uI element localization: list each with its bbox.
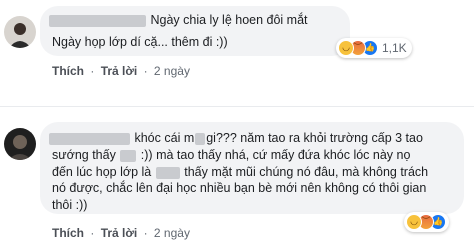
haha-icon: ◡	[406, 214, 422, 230]
redacted-name	[49, 14, 146, 27]
like-link[interactable]: Thích	[52, 64, 84, 78]
comment-actions: Thích · Trả lời · 2 ngày	[52, 226, 190, 240]
comment-line: sướng thấy :)) mà tao thấy nhá, cứ mấy đ…	[52, 147, 410, 163]
redacted-word	[155, 166, 180, 179]
like-link[interactable]: Thích	[52, 226, 84, 240]
comment-text: thấy mặt mũi chúng nó đâu, mà không trác…	[184, 165, 429, 179]
haha-icon: ◡	[338, 40, 354, 56]
comment-line: nó được, chắc lên đại học nhiều bạn bè m…	[52, 180, 426, 196]
reply-link[interactable]: Trả lời	[101, 226, 138, 240]
comment-line: khóc cái m gi??? năm tao ra khỏi trường c…	[48, 130, 423, 146]
redacted-word	[195, 132, 206, 145]
comment-text: Ngày họp lớp dí cặ... thêm đi :))	[52, 35, 228, 49]
comment-text: khóc cái m	[134, 131, 195, 145]
timestamp[interactable]: 2 ngày	[154, 226, 190, 240]
comment-line: thôi :))	[52, 197, 87, 213]
separator: ·	[143, 64, 148, 78]
divider	[0, 106, 474, 107]
comment-line: Ngày chia ly lệ hoen đôi mắt	[48, 12, 308, 28]
reaction-summary[interactable]: ◡ ︶ 👍 1,1K	[336, 38, 412, 58]
reaction-count: 1,1K	[382, 41, 407, 55]
separator: ·	[143, 226, 148, 240]
comment-text: đến lúc họp lớp là	[52, 165, 152, 179]
redacted-word	[120, 149, 137, 162]
reaction-summary[interactable]: ◡ ︶ 👍	[404, 212, 449, 232]
separator: ·	[90, 64, 95, 78]
comment-text: nó được, chắc lên đại học nhiều bạn bè m…	[52, 181, 427, 195]
timestamp[interactable]: 2 ngày	[154, 64, 190, 78]
comment-text: thôi :))	[52, 198, 88, 212]
separator: ·	[90, 226, 95, 240]
comment-text: sướng thấy	[52, 148, 116, 162]
comment-line: đến lúc họp lớp là thấy mặt mũi chúng nó…	[52, 164, 428, 180]
comment-line: Ngày họp lớp dí cặ... thêm đi :))	[52, 34, 228, 50]
avatar[interactable]	[4, 16, 36, 48]
comment-text: gi??? năm tao ra khỏi trường cấp 3 tao	[206, 131, 423, 145]
comment-actions: Thích · Trả lời · 2 ngày	[52, 64, 190, 78]
reply-link[interactable]: Trả lời	[101, 64, 138, 78]
comment-text: :)) mà tao thấy nhá, cứ mấy đứa khóc lóc…	[140, 148, 411, 162]
redacted-name	[49, 132, 130, 145]
avatar[interactable]	[4, 128, 36, 160]
comment-text: Ngày chia ly lệ hoen đôi mắt	[150, 13, 308, 27]
